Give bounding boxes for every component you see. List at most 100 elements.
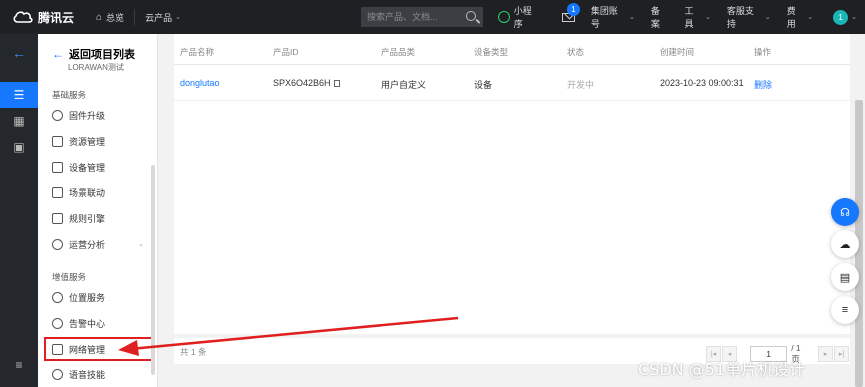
chevron-down-icon: ⌄: [138, 241, 144, 248]
billing-menu[interactable]: 费用 ⌄: [779, 4, 821, 30]
billing-label: 费用: [786, 6, 796, 29]
sidebar-item-analytics[interactable]: 运营分析 ⌄: [46, 234, 152, 254]
firmware-icon: [52, 109, 63, 121]
voice-icon: [52, 368, 63, 380]
account-menu[interactable]: 1 ⌄: [821, 9, 865, 25]
sidebar-item-location[interactable]: 位置服务: [46, 287, 152, 307]
sidebar-item-label: 资源管理: [69, 136, 106, 147]
grid-icon[interactable]: ▦: [0, 108, 38, 134]
product-id: SPX6O42B6H: [273, 78, 331, 88]
overview-label: 总览: [106, 12, 125, 23]
device-icon: [52, 161, 63, 173]
sidebar-item-network[interactable]: 网络管理: [44, 337, 154, 361]
col-header-created: 创建时间: [660, 47, 695, 57]
cloud-products-menu[interactable]: 云产品 ⌄: [135, 0, 191, 34]
icon-rail: ← ☰ ▦ ▣ ≡: [0, 34, 38, 387]
back-to-project-list[interactable]: ← 返回项目列表: [52, 46, 135, 62]
sidebar-item-voice[interactable]: 语音技能: [46, 364, 152, 384]
location-icon: [52, 291, 63, 303]
overview-link[interactable]: ⌂ 总览: [86, 0, 134, 34]
sidebar-item-label: 设备管理: [69, 162, 106, 173]
col-header-name: 产品名称: [180, 47, 215, 57]
cloud-products-label: 云产品: [145, 12, 173, 23]
status-cell: 开发中: [567, 80, 595, 90]
support-menu[interactable]: 客服支持 ⌄: [719, 4, 779, 30]
back-label: 返回项目列表: [69, 49, 135, 61]
category-cell: 用户自定义: [381, 80, 427, 90]
chevron-down-icon: ⌄: [764, 14, 771, 21]
chevron-down-icon: ⌄: [175, 14, 181, 21]
next-page-button[interactable]: ▸: [818, 346, 834, 362]
sidebar-item-alarm[interactable]: 告警中心: [46, 313, 152, 333]
top-right-nav: 小程序 集团账号 ⌄ 备案 工具 ⌄ 客服支持 ⌄ 费用 ⌄ 1 ⌄: [490, 0, 865, 34]
project-sidebar: ← 返回项目列表 LORAWAN测试 基础服务 固件升级 资源管理 设备管理 场…: [38, 34, 158, 387]
brand-name: 腾讯云: [38, 10, 75, 25]
mini-program-icon: [498, 11, 510, 23]
alarm-icon: [52, 317, 63, 329]
list-icon[interactable]: ☰: [0, 82, 38, 108]
back-arrow-icon[interactable]: ←: [0, 40, 38, 66]
last-page-button[interactable]: ▸|: [834, 346, 849, 362]
beian-link[interactable]: 备案: [643, 4, 677, 30]
divider: [174, 100, 850, 101]
sidebar-item-firmware[interactable]: 固件升级: [46, 105, 152, 125]
sidebar-item-label: 位置服务: [69, 292, 106, 303]
avatar: 1: [833, 9, 849, 25]
col-header-id: 产品ID: [273, 47, 299, 57]
sidebar-scrollbar[interactable]: [151, 165, 155, 375]
collapse-menu-icon[interactable]: ≡: [0, 352, 38, 378]
mail-badge: 1: [567, 3, 580, 16]
group-account-label: 集团账号: [590, 6, 618, 29]
product-table: 产品名称 产品ID 产品品类 设备类型 状态 创建时间 操作 donglutao…: [174, 34, 850, 334]
sidebar-item-scene[interactable]: 场景联动: [46, 182, 152, 202]
resource-icon: [52, 135, 63, 147]
sidebar-item-label: 网络管理: [69, 344, 106, 355]
chevron-down-icon: ⌄: [851, 14, 857, 21]
sidebar-item-label: 固件升级: [69, 110, 106, 121]
support-label: 客服支持: [726, 6, 754, 29]
search-box: [361, 7, 483, 27]
mini-program-label: 小程序: [513, 6, 532, 29]
sidebar-item-label: 语音技能: [69, 369, 106, 380]
cloud-upload-icon[interactable]: ☁: [831, 230, 859, 258]
col-header-status: 状态: [567, 47, 585, 57]
sidebar-item-label: 告警中心: [69, 318, 106, 329]
col-header-actions: 操作: [754, 47, 772, 57]
device-type-cell: 设备: [474, 80, 493, 90]
group-title-basic: 基础服务: [52, 90, 87, 100]
sidebar-item-label: 场景联动: [69, 187, 106, 198]
chevron-down-icon: ⌄: [807, 14, 814, 21]
created-time-cell: 2023-10-23 09:00:31: [660, 78, 744, 88]
panel-icon[interactable]: ▣: [0, 134, 38, 160]
sidebar-item-device[interactable]: 设备管理: [46, 157, 152, 177]
chevron-down-icon: ⌄: [704, 14, 711, 21]
sidebar-item-label: 规则引擎: [69, 213, 106, 224]
headset-icon[interactable]: ☊: [831, 198, 859, 226]
book-icon[interactable]: ▤: [831, 263, 859, 291]
col-header-category: 产品品类: [381, 47, 416, 57]
product-name-link[interactable]: donglutao: [180, 78, 220, 88]
sidebar-item-rule-engine[interactable]: 规则引擎: [46, 208, 152, 228]
delete-link[interactable]: 删除: [754, 78, 772, 91]
project-name: LORAWAN测试: [68, 63, 124, 72]
group-account-menu[interactable]: 集团账号 ⌄: [583, 4, 643, 30]
divider: [174, 64, 850, 65]
search-input[interactable]: [367, 12, 467, 22]
list-icon[interactable]: ≡: [831, 296, 859, 324]
brand-logo[interactable]: 腾讯云: [0, 9, 80, 26]
search-icon[interactable]: [466, 11, 476, 21]
total-count: 共 1 条: [180, 347, 207, 357]
home-icon: ⌂: [96, 11, 103, 23]
beian-label: 备案: [650, 6, 660, 29]
scene-icon: [52, 186, 63, 198]
cloud-logo-icon: [13, 11, 33, 23]
analytics-icon: [52, 238, 63, 250]
product-id-cell: SPX6O42B6H: [273, 78, 340, 88]
sidebar-item-resource[interactable]: 资源管理: [46, 131, 152, 151]
chevron-down-icon: ⌄: [628, 14, 635, 21]
mini-program-link[interactable]: 小程序: [490, 4, 548, 30]
copy-icon[interactable]: [333, 80, 340, 88]
network-icon: [52, 343, 63, 355]
tools-menu[interactable]: 工具 ⌄: [676, 4, 718, 30]
col-header-device-type: 设备类型: [474, 47, 509, 57]
